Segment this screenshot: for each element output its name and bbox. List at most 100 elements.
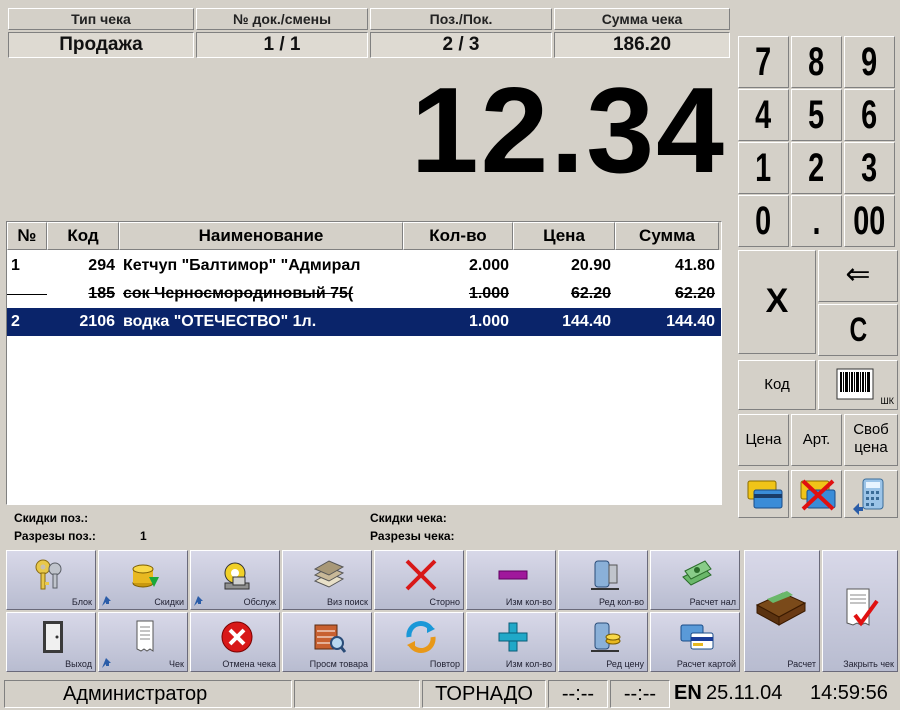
edit-price-label: Ред цену	[606, 659, 644, 669]
key-dot[interactable]: .	[791, 195, 842, 247]
close-check-button[interactable]: Закрыть чек	[822, 550, 898, 672]
goods-icon	[314, 624, 347, 653]
clear-button[interactable]: C	[818, 304, 898, 356]
key-5[interactable]: 5	[791, 89, 842, 141]
row-price: 62.20	[570, 285, 611, 302]
row-price: 20.90	[570, 257, 611, 274]
increase-qty-button[interactable]: Изм кол-во	[466, 612, 556, 672]
multiply-button[interactable]: X	[738, 250, 816, 354]
card-payment-button[interactable]	[738, 470, 789, 518]
storno-button[interactable]: Сторно	[374, 550, 464, 610]
key-0[interactable]: 0	[738, 195, 789, 247]
row-name: Кетчуп "Балтимор" "Адмирал	[123, 257, 361, 274]
pos-cuts-value: 1	[140, 529, 147, 543]
discounts-label: Скидки	[154, 597, 184, 607]
table-row-cancelled[interactable]: 185 сок Черносмородиновый 75( 1.000 62.2…	[7, 280, 721, 308]
pos-cuts-label: Разрезы поз.:	[14, 529, 96, 543]
receipt-header: Тип чека Продажа № док./смены 1 / 1 Поз.…	[8, 8, 730, 60]
table-row-selected[interactable]: 2 2106 водка "ОТЕЧЕСТВО" 1л. 1.000 144.4…	[7, 308, 721, 336]
key-2[interactable]: 2	[791, 142, 842, 194]
row-sum: 62.20	[674, 285, 715, 302]
key-6[interactable]: 6	[844, 89, 895, 141]
key-1[interactable]: 1	[738, 142, 789, 194]
col-header-code[interactable]: Код	[47, 222, 119, 250]
cash-icon	[682, 560, 712, 586]
edit-qty-button[interactable]: Ред кол-во	[558, 550, 648, 610]
key-9[interactable]: 9	[844, 36, 895, 88]
row-qty: 2.000	[468, 257, 509, 274]
time-field-2: --:--	[610, 680, 670, 708]
backspace-button[interactable]: ⇐	[818, 250, 898, 302]
free-price-button[interactable]: Своб цена	[844, 414, 898, 466]
block-button[interactable]: Блок	[6, 550, 96, 610]
row-qty: 1.000	[468, 313, 509, 330]
receipt-type-label: Тип чека	[8, 8, 194, 30]
cancel-check-button[interactable]: Отмена чека	[190, 612, 280, 672]
view-goods-button[interactable]: Просм товара	[282, 612, 372, 672]
receipt-type-value: Продажа	[8, 32, 194, 58]
key-label: 1	[755, 146, 772, 190]
total-value: 186.20	[554, 32, 730, 58]
barcode-icon	[836, 368, 874, 400]
minus-icon	[498, 570, 528, 580]
system-name: ТОРНАДО	[422, 680, 546, 708]
check-button[interactable]: Чек	[98, 612, 188, 672]
doc-shift-cell: № док./смены 1 / 1	[196, 8, 368, 60]
card-payment-large-button[interactable]: Расчет картой	[650, 612, 740, 672]
key-label: 4	[755, 93, 772, 137]
language-indicator[interactable]: EN	[674, 680, 708, 708]
status-empty-cell	[294, 680, 420, 708]
price-button[interactable]: Цена	[738, 414, 789, 466]
status-bar: Администратор ТОРНАДО --:-- --:-- EN 25.…	[0, 678, 900, 710]
key-label: 5	[808, 93, 825, 137]
key-label: 9	[861, 40, 878, 84]
pay-label: Расчет	[787, 659, 816, 669]
barcode-button[interactable]: ШК	[818, 360, 898, 410]
key-8[interactable]: 8	[791, 36, 842, 88]
row-num	[7, 280, 47, 308]
edit-price-button[interactable]: Ред цену	[558, 612, 648, 672]
total-label: Сумма чека	[554, 8, 730, 30]
items-table[interactable]: № Код Наименование Кол-во Цена Сумма 1 2…	[6, 221, 722, 505]
row-name: сок Черносмородиновый 75(	[123, 285, 354, 302]
repeat-button[interactable]: Повтор	[374, 612, 464, 672]
increase-qty-label: Изм кол-во	[505, 659, 552, 669]
col-header-num[interactable]: №	[7, 222, 47, 250]
col-header-price[interactable]: Цена	[513, 222, 615, 250]
keys-icon	[35, 559, 62, 590]
discounts-button[interactable]: Скидки	[98, 550, 188, 610]
pos-discounts-label: Скидки поз.:	[14, 511, 89, 525]
pay-button[interactable]: Расчет	[744, 550, 820, 672]
key-00[interactable]: 00	[844, 195, 895, 247]
time-field-1: --:--	[548, 680, 608, 708]
article-button[interactable]: Арт.	[791, 414, 842, 466]
user-name: Администратор	[4, 680, 292, 708]
key-label: 0	[755, 199, 772, 243]
col-header-sum[interactable]: Сумма	[615, 222, 719, 250]
key-4[interactable]: 4	[738, 89, 789, 141]
doc-shift-value: 1 / 1	[196, 32, 368, 58]
pin-icon	[102, 658, 111, 668]
key-3[interactable]: 3	[844, 142, 895, 194]
receipt-icon	[136, 620, 154, 652]
key-label: 7	[755, 40, 772, 84]
cash-payment-button[interactable]: Расчет нал	[650, 550, 740, 610]
key-7[interactable]: 7	[738, 36, 789, 88]
exit-button[interactable]: Выход	[6, 612, 96, 672]
decrease-qty-button[interactable]: Изм кол-во	[466, 550, 556, 610]
col-header-qty[interactable]: Кол-во	[403, 222, 513, 250]
repeat-label: Повтор	[429, 659, 460, 669]
table-row[interactable]: 1 294 Кетчуп "Балтимор" "Адмирал 2.000 2…	[7, 252, 721, 280]
books-icon	[313, 560, 345, 588]
code-button[interactable]: Код	[738, 360, 816, 410]
check-discounts-label: Скидки чека:	[370, 511, 447, 525]
total-cell: Сумма чека 186.20	[554, 8, 730, 60]
visual-search-button[interactable]: Виз поиск	[282, 550, 372, 610]
cross-icon	[405, 559, 437, 591]
service-button[interactable]: Обслуж	[190, 550, 280, 610]
col-header-name[interactable]: Наименование	[119, 222, 403, 250]
repeat-icon	[406, 621, 436, 653]
card-cancel-button[interactable]	[791, 470, 842, 518]
calculator-button[interactable]	[844, 470, 898, 518]
service-label: Обслуж	[243, 597, 276, 607]
